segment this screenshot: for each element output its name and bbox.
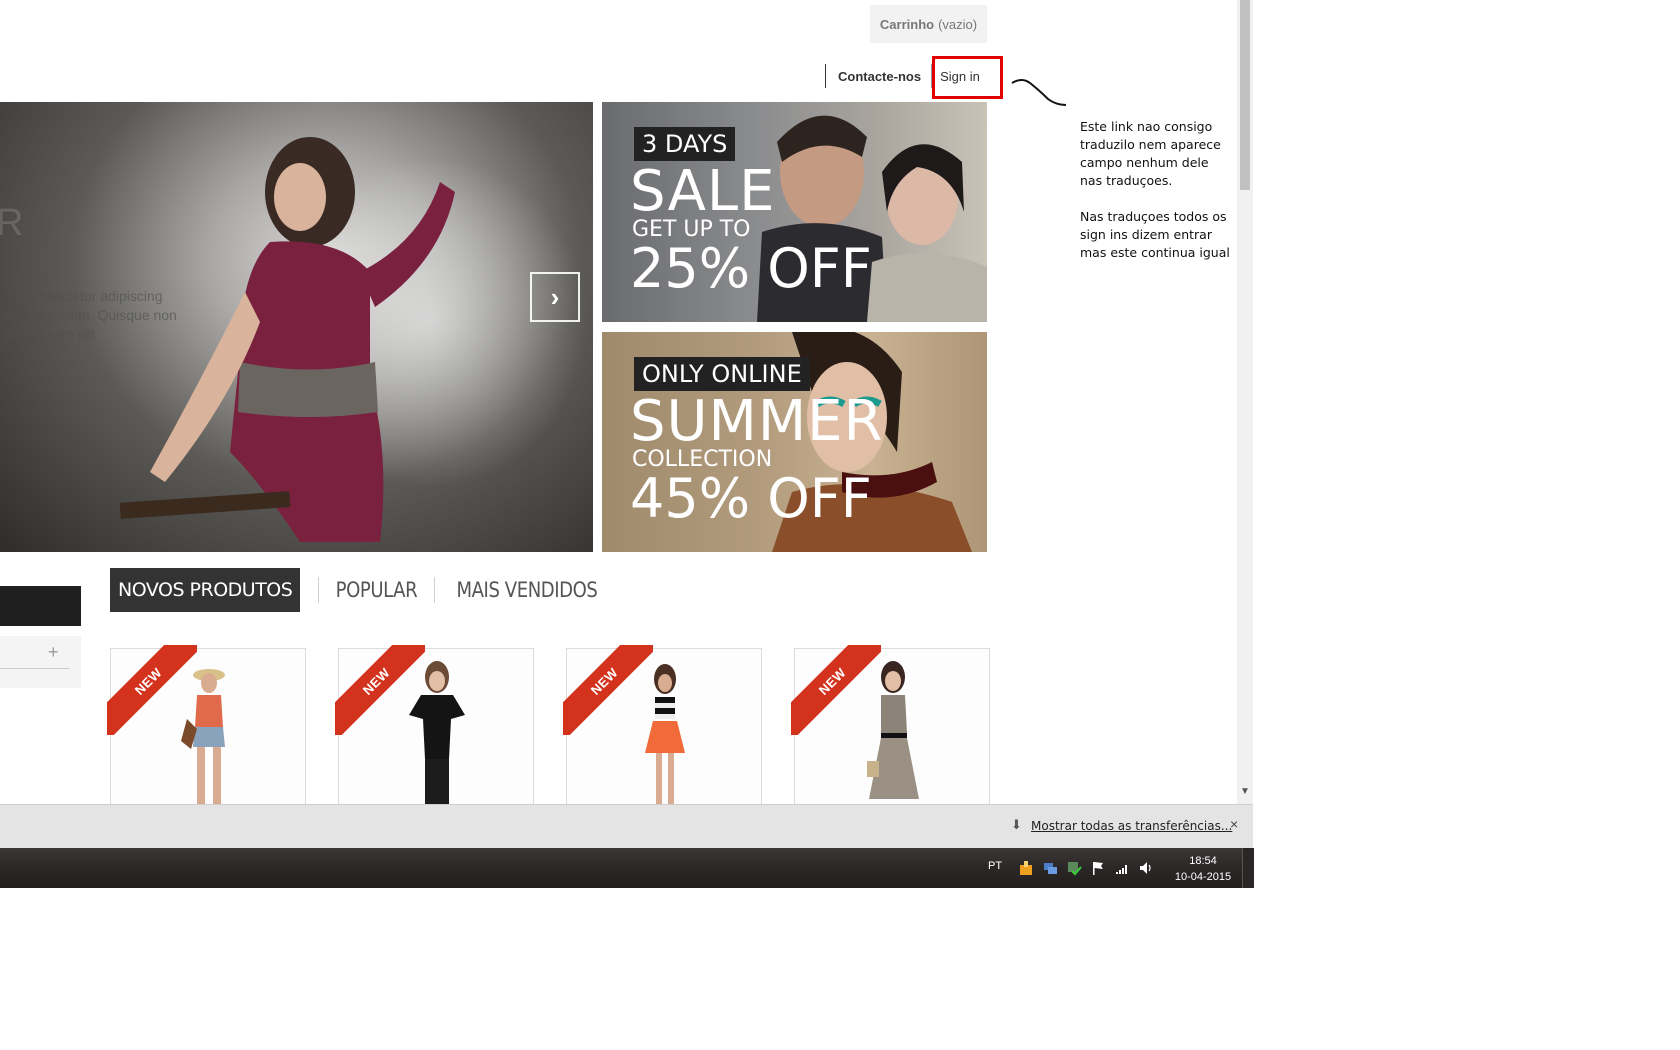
windows-taskbar: PT 18:54 10-04-2015 [0, 848, 1254, 888]
browser-viewport: Carrinho (vazio) Contacte-nos Sign in R … [0, 0, 1237, 804]
annotation-curve-icon [1011, 79, 1067, 106]
banner-discount: 45% OFF [630, 467, 872, 530]
slider-next-button[interactable]: › [530, 272, 580, 322]
scroll-down-arrow-icon[interactable]: ▼ [1240, 786, 1250, 797]
sidebar-category-item[interactable]: + [0, 636, 81, 688]
system-clock[interactable]: 18:54 10-04-2015 [1168, 853, 1238, 885]
contact-link[interactable]: Contacte-nos [838, 69, 921, 84]
new-ribbon: NEW [563, 645, 653, 735]
chevron-right-icon: › [550, 281, 560, 312]
tab-best-sellers[interactable]: MAIS VENDIDOS [448, 568, 606, 612]
tab-divider [318, 577, 320, 603]
hero-title-fragment: R [0, 202, 24, 244]
download-icon: ⬇ [1011, 817, 1022, 832]
volume-icon[interactable] [1138, 860, 1154, 876]
download-bar: ⬇ Mostrar todas as transferências... × [0, 804, 1253, 848]
promo-banner-summer[interactable]: ONLY ONLINE SUMMER COLLECTION 45% OFF [602, 332, 987, 552]
tab-new-products[interactable]: NOVOS PRODUTOS [110, 568, 301, 612]
scrollbar-thumb[interactable] [1240, 0, 1250, 190]
security-check-icon[interactable] [1066, 860, 1082, 876]
language-indicator[interactable]: PT [988, 860, 1002, 872]
cart-button[interactable]: Carrinho (vazio) [870, 5, 987, 43]
tab-divider [434, 577, 436, 603]
banner-headline: SALE [630, 159, 776, 224]
annotation-note: Este link nao consigo traduzilo nem apar… [1080, 119, 1230, 260]
wifi-signal-icon[interactable] [1114, 860, 1130, 876]
sidebar-header [0, 586, 81, 626]
product-card[interactable]: NEW [107, 645, 306, 804]
new-badge: NEW [587, 664, 621, 698]
action-center-flag-icon[interactable] [1090, 860, 1106, 876]
promo-banner-sale[interactable]: 3 DAYS SALE GET UP TO 25% OFF [602, 102, 987, 322]
clock-time: 18:54 [1189, 855, 1217, 867]
update-shield-icon[interactable] [1018, 860, 1034, 876]
new-ribbon: NEW [107, 645, 197, 735]
product-card[interactable]: NEW [791, 645, 990, 804]
network-devices-icon[interactable] [1042, 860, 1058, 876]
cart-status: (vazio) [938, 16, 978, 32]
show-all-downloads-link[interactable]: Mostrar todas as transferências... [1031, 819, 1232, 833]
product-tabs: NOVOS PRODUTOS POPULAR MAIS VENDIDOS [110, 568, 619, 612]
close-icon[interactable]: × [1230, 816, 1238, 832]
banner-tag: ONLY ONLINE [634, 357, 810, 391]
cart-label: Carrinho [879, 16, 935, 32]
tab-popular[interactable]: POPULAR [327, 568, 426, 612]
new-ribbon: NEW [335, 645, 425, 735]
vertical-scrollbar[interactable]: ▼ [1237, 0, 1253, 804]
banner-discount: 25% OFF [630, 237, 872, 300]
product-card[interactable]: NEW [563, 645, 762, 804]
banner-headline: SUMMER [630, 389, 884, 454]
clock-date: 10-04-2015 [1174, 871, 1232, 883]
expand-plus-icon[interactable]: + [48, 642, 59, 663]
signin-highlight-box [932, 56, 1003, 99]
product-card[interactable]: NEW [335, 645, 534, 804]
banner-tag: 3 DAYS [634, 127, 736, 161]
show-desktop-button[interactable] [1242, 848, 1254, 888]
new-ribbon: NEW [791, 645, 881, 735]
hero-slider[interactable]: R consectetur adipiscing trices dignissi… [0, 102, 593, 552]
sidebar-divider [0, 668, 70, 669]
nav-divider [825, 64, 826, 88]
new-badge: NEW [359, 664, 393, 698]
new-badge: NEW [815, 664, 849, 698]
hero-model-image [120, 137, 455, 542]
new-badge: NEW [131, 664, 165, 698]
